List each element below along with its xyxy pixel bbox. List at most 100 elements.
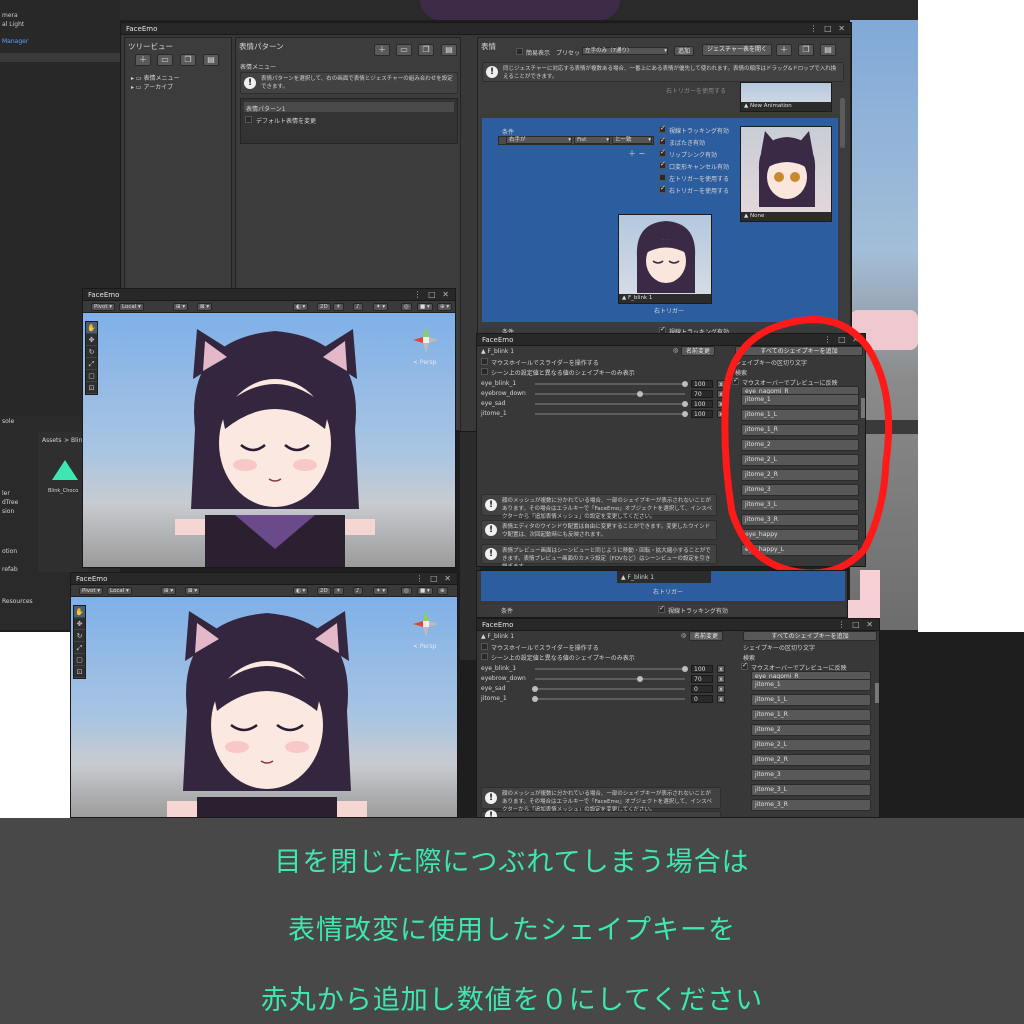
persp-label[interactable]: < Persp: [413, 359, 436, 366]
pivot-dropdown[interactable]: Pivot ▾: [79, 587, 104, 595]
remove-shapekey-button[interactable]: x: [717, 695, 725, 703]
shapekey-value-field[interactable]: 100: [691, 380, 713, 388]
clip-picker-icon[interactable]: ◎: [681, 632, 686, 639]
gesture-dropdown[interactable]: Fist ▾: [574, 136, 610, 144]
tree-item-archive[interactable]: ▸ ▭ アーカイブ: [131, 82, 173, 91]
expression-scrollbar[interactable]: [840, 98, 845, 148]
add-folder-button[interactable]: ▭: [157, 54, 173, 66]
shapekey-value-field[interactable]: 100: [691, 665, 713, 673]
window-titlebar[interactable]: FaceEmo ⋮ □ ✕: [71, 573, 457, 585]
window-controls[interactable]: ⋮ □ ✕: [810, 24, 847, 33]
copy-button[interactable]: ❐: [798, 44, 814, 56]
shapekey-slider-knob[interactable]: [682, 666, 688, 672]
add-pattern-button[interactable]: ＋: [374, 44, 390, 56]
hierarchy-item[interactable]: Manager: [2, 38, 28, 45]
lighting-button[interactable]: ☀: [333, 587, 344, 595]
mouse-wheel-checkbox[interactable]: [481, 643, 488, 650]
shapekey-slider-track[interactable]: [535, 403, 685, 405]
shading-mode-button[interactable]: ◐ ▾: [293, 587, 309, 595]
rename-button[interactable]: 名前変更: [681, 346, 715, 356]
increment-snap-button[interactable]: ⊠ ▾: [197, 303, 213, 311]
delete-button[interactable]: ▤: [203, 54, 219, 66]
blendtree-asset-icon[interactable]: [50, 458, 80, 482]
delete-button[interactable]: ▤: [441, 44, 457, 56]
shapekey-add-item[interactable]: jitome_3_L: [751, 784, 871, 796]
project-folder-item[interactable]: Resources: [2, 598, 33, 605]
hidden-objects-button[interactable]: ◎: [401, 303, 412, 311]
expression-option-checkbox[interactable]: [659, 136, 666, 145]
mouseover-preview-checkbox[interactable]: [741, 661, 748, 670]
shapekey-slider-track[interactable]: [535, 383, 685, 385]
window-titlebar[interactable]: FaceEmo ⋮ □ ✕: [121, 23, 851, 35]
hand-tool-icon[interactable]: ✋: [86, 322, 97, 334]
shapekey-slider-track[interactable]: [535, 413, 685, 415]
shapekey-add-item[interactable]: jitome_2_L: [751, 739, 871, 751]
project-folder-item[interactable]: dTree: [2, 499, 18, 506]
add-all-shapekeys-button[interactable]: すべてのシェイプキーを追加: [743, 631, 877, 641]
project-folder-item[interactable]: otion: [2, 548, 17, 555]
expression-option-checkbox[interactable]: [659, 148, 666, 157]
orientation-gizmo-icon[interactable]: [411, 325, 441, 355]
open-gesture-table-button[interactable]: ジェスチャー表を開く: [702, 44, 772, 56]
shapekey-slider-track[interactable]: [535, 698, 685, 700]
shapekey-slider-track[interactable]: [535, 678, 685, 680]
effects-button[interactable]: ✦ ▾: [373, 587, 389, 595]
remove-shapekey-button[interactable]: x: [717, 685, 725, 693]
grid-snap-button[interactable]: ⊞ ▾: [173, 303, 189, 311]
persp-label[interactable]: < Persp: [413, 643, 436, 650]
remove-shapekey-button[interactable]: x: [717, 675, 725, 683]
camera-button[interactable]: ■ ▾: [417, 587, 433, 595]
shapekey-slider-track[interactable]: [535, 668, 685, 670]
shapekey-value-field[interactable]: 0: [691, 695, 713, 703]
project-folder-item[interactable]: sion: [2, 508, 14, 515]
transform-tool-icon[interactable]: ⊡: [74, 666, 85, 678]
expression-option-checkbox[interactable]: [659, 124, 666, 133]
shapekey-value-field[interactable]: 100: [691, 410, 713, 418]
shapekey-slider-knob[interactable]: [532, 686, 538, 692]
shading-mode-button[interactable]: ◐ ▾: [293, 303, 309, 311]
rotate-tool-icon[interactable]: ↻: [86, 346, 97, 358]
key-list-scrollbar[interactable]: [875, 683, 879, 703]
add-condition-button[interactable]: ＋ −: [628, 148, 645, 159]
shapekey-value-field[interactable]: 0: [691, 685, 713, 693]
expression-option-checkbox[interactable]: [659, 174, 666, 181]
asset-label[interactable]: Blink_Choco: [48, 488, 78, 494]
transform-tool-icon[interactable]: ⊡: [86, 382, 97, 394]
rename-button[interactable]: 名前変更: [689, 631, 723, 641]
hierarchy-item[interactable]: mera: [2, 12, 18, 19]
increment-snap-button[interactable]: ⊠ ▾: [185, 587, 201, 595]
copy-button[interactable]: ❐: [180, 54, 196, 66]
expression-option-checkbox[interactable]: [659, 184, 666, 193]
hidden-objects-button[interactable]: ◎: [401, 587, 412, 595]
new-animation-thumbnail[interactable]: ▲ New Animation: [740, 82, 832, 112]
shapekey-value-field[interactable]: 100: [691, 400, 713, 408]
clip-picker-icon[interactable]: ◎: [673, 347, 678, 354]
project-folder-item[interactable]: ler: [2, 490, 10, 497]
local-dropdown[interactable]: Local ▾: [119, 303, 144, 311]
shapekey-add-item[interactable]: jitome_2_R: [751, 754, 871, 766]
tree-item-expression-menu[interactable]: ▸ ▭ 表情メニュー: [131, 73, 180, 82]
window-controls[interactable]: ⋮ □ ✕: [838, 620, 875, 629]
breadcrumb-folder[interactable]: Blin: [71, 437, 82, 444]
scene-viewport[interactable]: ✋ ✥ ↻ ⤢ ▢ ⊡ < Persp: [83, 313, 455, 567]
delete-button[interactable]: ▤: [820, 44, 836, 56]
shapekey-value-field[interactable]: 70: [691, 675, 713, 683]
shapekey-add-item[interactable]: jitome_1: [751, 679, 871, 691]
shapekey-add-item[interactable]: jitome_3: [751, 769, 871, 781]
none-thumbnail[interactable]: ▲ None: [740, 126, 832, 222]
mouse-wheel-checkbox[interactable]: [481, 358, 488, 365]
shapekey-value-field[interactable]: 70: [691, 390, 713, 398]
mode-2d-button[interactable]: 2D: [317, 587, 331, 595]
shapekey-slider-knob[interactable]: [682, 411, 688, 417]
shapekey-add-item[interactable]: jitome_2: [751, 724, 871, 736]
copy-button[interactable]: ❐: [418, 44, 434, 56]
audio-button[interactable]: ♪: [353, 303, 363, 311]
camera-button[interactable]: ■ ▾: [417, 303, 433, 311]
preset-dropdown[interactable]: 左手のみ（7通り） ▾: [582, 47, 668, 55]
gizmos-button[interactable]: ⊕ ▾: [437, 303, 453, 311]
shapekey-add-item[interactable]: jitome_3_R: [751, 799, 871, 811]
breadcrumb-assets[interactable]: Assets: [42, 437, 62, 444]
window-controls[interactable]: ⋮ □ ✕: [416, 574, 453, 583]
simple-view-checkbox[interactable]: [516, 48, 523, 55]
shapekey-slider-knob[interactable]: [682, 401, 688, 407]
